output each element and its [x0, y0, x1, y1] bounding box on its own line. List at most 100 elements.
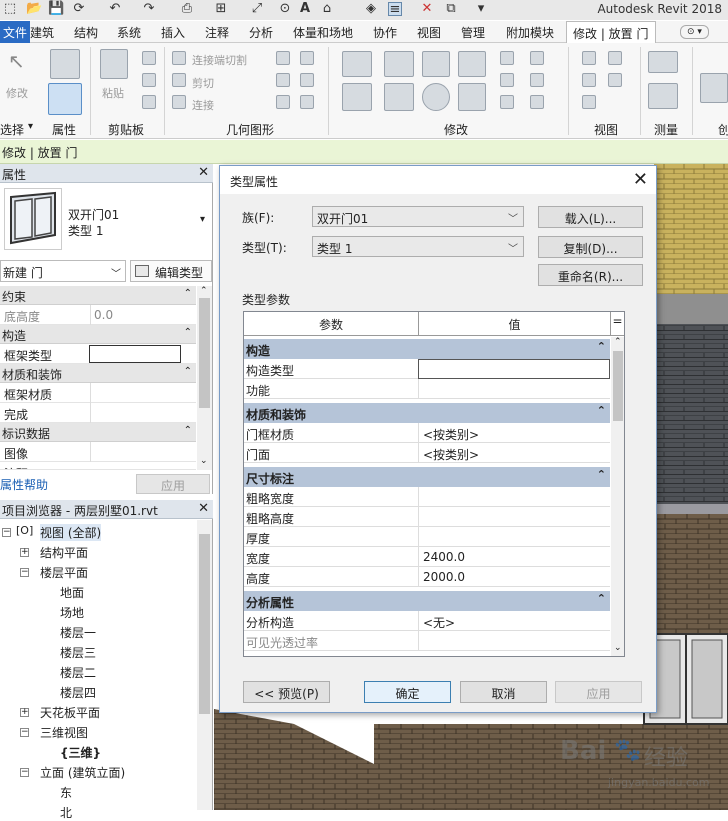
cut-geometry-icon[interactable]	[172, 73, 186, 87]
column-header-value[interactable]: 值	[419, 312, 611, 336]
tree-level3[interactable]: 楼层三	[60, 644, 96, 661]
move-icon[interactable]	[342, 83, 372, 111]
mirror-axis-icon[interactable]	[422, 51, 450, 77]
scroll-thumb[interactable]	[199, 534, 210, 714]
wall-joins-icon[interactable]	[276, 51, 290, 65]
tree-level2[interactable]: 楼层二	[60, 664, 96, 681]
scroll-up-icon[interactable]: ⌃	[200, 286, 208, 296]
text-icon[interactable]: A	[298, 2, 312, 16]
rotate-icon[interactable]	[422, 83, 450, 111]
connect-end-cut-label[interactable]: 连接端切割	[192, 52, 247, 68]
rename-button[interactable]: 重命名(R)...	[538, 264, 643, 286]
group-dimensions[interactable]: 尺寸标注 ⌃	[244, 467, 610, 487]
rough-width-value[interactable]	[418, 487, 610, 507]
copy-icon[interactable]	[142, 73, 156, 87]
analytic-construction-value[interactable]: <无>	[418, 611, 610, 631]
cut-label[interactable]: 剪切	[192, 75, 214, 91]
customize-icon[interactable]: ▾	[474, 2, 488, 16]
reveal-icon[interactable]	[582, 95, 596, 109]
construction-type-input[interactable]	[418, 359, 610, 379]
type-properties-icon[interactable]	[50, 49, 80, 79]
close-hidden-icon[interactable]: ✕	[420, 2, 434, 16]
demolish-icon[interactable]	[300, 73, 314, 87]
collapse-toggle-icon[interactable]: −	[20, 568, 29, 577]
override-icon[interactable]	[608, 51, 622, 65]
modify-cursor-icon[interactable]: ↖	[8, 49, 30, 75]
tree-3d-views[interactable]: 三维视图	[40, 724, 88, 741]
measure-distance-icon[interactable]	[648, 51, 678, 73]
group-construction[interactable]: 构造 ⌃	[244, 339, 610, 359]
create-part-icon[interactable]	[700, 73, 728, 103]
tab-modify-place-door[interactable]: 修改 | 放置 门	[566, 21, 656, 43]
tab-massing-site[interactable]: 体量和场地	[293, 24, 353, 41]
properties-icon[interactable]	[48, 83, 82, 115]
tree-floor-plans[interactable]: 楼层平面	[40, 564, 88, 581]
thin-lines-icon[interactable]: ≡	[388, 2, 402, 17]
cancel-button[interactable]: 取消	[460, 681, 547, 703]
join-label[interactable]: 连接	[192, 97, 214, 113]
tree-views-all[interactable]: 视图 (全部)	[40, 524, 102, 541]
tag-icon[interactable]: ⊙	[278, 2, 292, 16]
cope-icon[interactable]	[172, 51, 186, 65]
tree-level1[interactable]: 楼层一	[60, 624, 96, 641]
tree-north[interactable]: 北	[60, 804, 72, 821]
scroll-down-icon[interactable]: ⌄	[614, 643, 622, 653]
function-value[interactable]	[418, 379, 610, 399]
tree-structural-plans[interactable]: 结构平面	[40, 544, 88, 561]
column-menu-icon[interactable]: =	[611, 312, 624, 336]
tree-elevations[interactable]: 立面 (建筑立面)	[40, 764, 125, 781]
hide-icon[interactable]	[582, 51, 596, 65]
type-select[interactable]: 类型 1 ﹀	[312, 236, 524, 257]
collapse-toggle-icon[interactable]: −	[2, 528, 11, 537]
apply-button[interactable]: 应用	[136, 474, 210, 494]
tree-3d-default[interactable]: {三维}	[60, 744, 101, 761]
delete-icon[interactable]	[530, 95, 544, 109]
tab-architecture[interactable]: 建筑	[30, 24, 54, 41]
table-scrollbar[interactable]: ⌃ ⌄	[611, 337, 624, 656]
switch-windows-icon[interactable]: ⧉	[444, 2, 458, 16]
collapse-toggle-icon[interactable]: −	[20, 768, 29, 777]
tab-view[interactable]: 视图	[417, 24, 441, 41]
match-icon[interactable]	[142, 95, 156, 109]
cut-clip-icon[interactable]	[142, 51, 156, 65]
width-value[interactable]: 2400.0	[418, 547, 610, 567]
properties-scrollbar[interactable]: ⌃ ⌄	[197, 286, 212, 470]
undo-icon[interactable]: ↶	[108, 2, 122, 16]
tab-analyze[interactable]: 分析	[249, 24, 273, 41]
frame-type-input[interactable]	[89, 345, 181, 363]
array-icon[interactable]	[500, 73, 514, 87]
tab-annotate[interactable]: 注释	[205, 24, 229, 41]
print-icon[interactable]: ⎙	[180, 2, 194, 16]
group-construction[interactable]: 构造 ⌃	[0, 325, 196, 344]
trim-icon[interactable]	[458, 83, 486, 111]
frame-material-value[interactable]: <按类别>	[418, 423, 610, 443]
hammer-icon[interactable]	[300, 95, 314, 109]
group-identity[interactable]: 标识数据 ⌃	[0, 423, 196, 442]
join-icon[interactable]	[172, 95, 186, 109]
scroll-thumb[interactable]	[613, 351, 623, 421]
tree-level4[interactable]: 楼层四	[60, 684, 96, 701]
select-dropdown-icon[interactable]: ▾	[28, 121, 33, 132]
measure-icon[interactable]: ⊞	[214, 2, 228, 16]
save-icon[interactable]: 💾	[48, 2, 64, 16]
param-value[interactable]: 0.0	[90, 305, 196, 325]
tab-add-ins[interactable]: 附加模块	[506, 24, 554, 41]
param-value[interactable]	[90, 442, 196, 462]
collapse-toggle-icon[interactable]: −	[20, 728, 29, 737]
tab-manage[interactable]: 管理	[461, 24, 485, 41]
section-icon[interactable]: ◈	[364, 2, 378, 16]
browser-scrollbar[interactable]	[197, 520, 212, 810]
load-button[interactable]: 载入(L)...	[538, 206, 643, 228]
tab-systems[interactable]: 系统	[117, 24, 141, 41]
thickness-value[interactable]	[418, 527, 610, 547]
split-face-icon[interactable]	[300, 51, 314, 65]
panel-select-label[interactable]: 选择	[0, 121, 24, 138]
scroll-down-icon[interactable]: ⌄	[200, 456, 208, 466]
paste-icon[interactable]	[100, 49, 128, 79]
edit-type-button[interactable]: 编辑类型	[130, 260, 212, 282]
tree-ceiling-plans[interactable]: 天花板平面	[40, 704, 100, 721]
group-materials[interactable]: 材质和装饰 ⌃	[0, 364, 196, 383]
mirror-draw-icon[interactable]	[458, 51, 486, 77]
rough-height-value[interactable]	[418, 507, 610, 527]
align-icon[interactable]	[342, 51, 372, 77]
